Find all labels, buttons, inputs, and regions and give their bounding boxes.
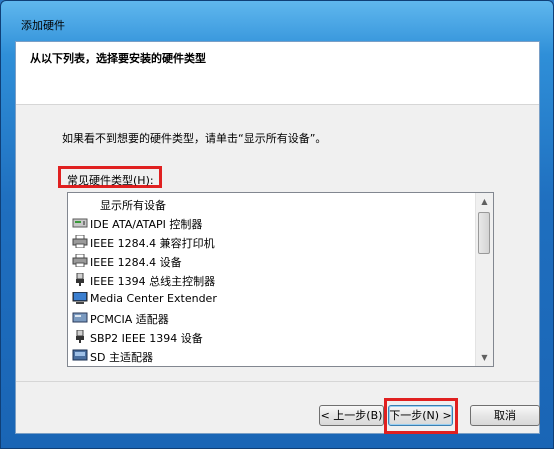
title-bar[interactable]: 添加硬件 [1, 1, 554, 41]
window-title: 添加硬件 [21, 19, 65, 32]
wizard-heading: 从以下列表，选择要安装的硬件类型 [30, 52, 206, 65]
printer-icon [72, 234, 88, 249]
list-item-label: IEEE 1284.4 设备 [90, 256, 182, 269]
list-item-label: SD 主适配器 [90, 351, 153, 364]
ide-controller-icon [72, 216, 88, 229]
wizard-header: 从以下列表，选择要安装的硬件类型 [16, 42, 539, 105]
scroll-down-arrow-icon[interactable]: ▼ [476, 349, 493, 366]
list-item-label: IDE ATA/ATAPI 控制器 [90, 218, 203, 231]
back-button[interactable]: < 上一步(B) [319, 405, 384, 426]
list-item-ide[interactable]: IDE ATA/ATAPI 控制器 [72, 214, 472, 232]
list-item-media-center-extender[interactable]: Media Center Extender [72, 290, 472, 308]
pcmcia-card-icon [72, 311, 88, 324]
scroll-thumb[interactable] [478, 212, 490, 254]
cancel-button[interactable]: 取消 [470, 405, 540, 426]
usb-plug-icon [72, 272, 88, 286]
list-item-show-all-devices[interactable]: 显示所有设备 [72, 195, 472, 213]
hardware-type-listbox[interactable]: 显示所有设备 IDE ATA/ATAPI 控制器 IEEE 1284.4 兼容打… [67, 192, 494, 367]
window-frame: 添加硬件 从以下列表，选择要安装的硬件类型 如果看不到想要的硬件类型，请单击“显… [0, 0, 554, 449]
printer-icon [72, 253, 88, 268]
list-item-sbp2-device[interactable]: SBP2 IEEE 1394 设备 [72, 328, 472, 346]
list-item-label: Media Center Extender [90, 292, 217, 305]
list-item-label: SBP2 IEEE 1394 设备 [90, 332, 203, 345]
list-item-ieee1284-printer[interactable]: IEEE 1284.4 兼容打印机 [72, 233, 472, 251]
footer-divider [16, 381, 539, 382]
monitor-icon [72, 291, 88, 305]
usb-plug-icon [72, 329, 88, 343]
list-label-highlight: 常见硬件类型(H): [58, 166, 162, 188]
instruction-text: 如果看不到想要的硬件类型，请单击“显示所有设备”。 [62, 132, 327, 145]
list-item-ieee1394-controller[interactable]: IEEE 1394 总线主控制器 [72, 271, 472, 289]
dialog-client-area: 从以下列表，选择要安装的硬件类型 如果看不到想要的硬件类型，请单击“显示所有设备… [15, 41, 540, 434]
scroll-up-arrow-icon[interactable]: ▲ [476, 193, 493, 210]
list-item-label: IEEE 1394 总线主控制器 [90, 275, 216, 288]
list-item-label: PCMCIA 适配器 [90, 313, 169, 326]
list-item-label: 显示所有设备 [100, 199, 166, 212]
vertical-scrollbar[interactable]: ▲ ▼ [475, 193, 493, 366]
list-item-label: IEEE 1284.4 兼容打印机 [90, 237, 215, 250]
next-button[interactable]: 下一步(N) > [388, 405, 453, 426]
list-item-ieee1284-device[interactable]: IEEE 1284.4 设备 [72, 252, 472, 270]
hardware-type-label: 常见硬件类型(H): [67, 174, 154, 187]
list-item-pcmcia-adapter[interactable]: PCMCIA 适配器 [72, 309, 472, 327]
sd-adapter-icon [72, 349, 88, 362]
list-item-sd-host-adapter[interactable]: SD 主适配器 [72, 347, 472, 365]
